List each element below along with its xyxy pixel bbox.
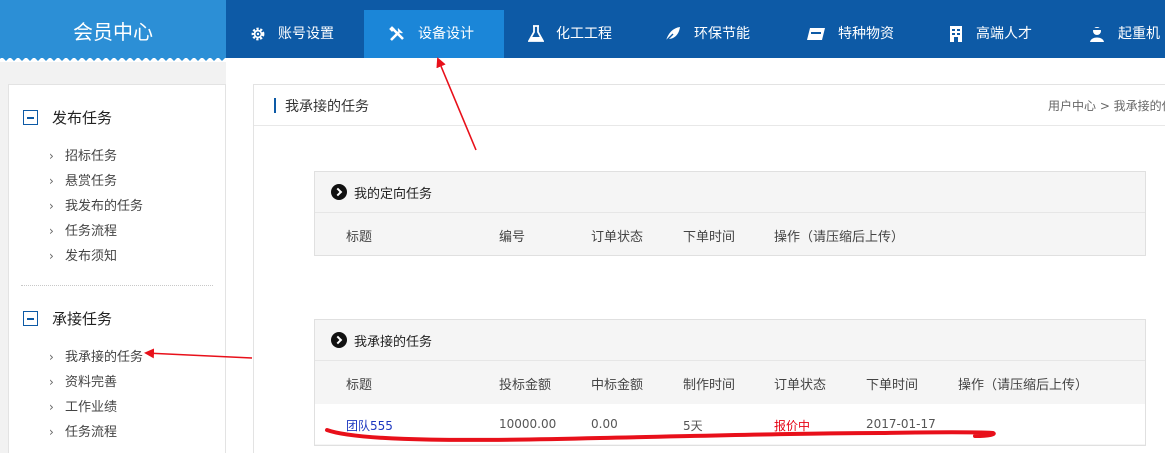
tab-special-materials[interactable]: 特种物资 (782, 10, 924, 58)
breadcrumb[interactable]: 用户中心 > 我承接的任 (1048, 97, 1165, 114)
sidebar-item-label: 工作业绩 (65, 400, 118, 415)
column-header: 标题 (346, 230, 373, 245)
production-time: 5天 (683, 419, 703, 433)
column-header: 订单状态 (591, 230, 644, 245)
column-header: 中标金额 (591, 378, 644, 393)
main-content: 我承接的任务 用户中心 > 我承接的任 我的定向任务 标题 编号 订单状态 下单… (253, 84, 1165, 453)
card-icon (807, 28, 825, 40)
collapse-icon[interactable] (23, 110, 38, 125)
chevron-right-icon: › (49, 350, 54, 364)
tab-chemical-engineering[interactable]: 化工工程 (504, 10, 640, 58)
person-icon (1090, 27, 1104, 42)
building-icon (950, 26, 962, 42)
tab-account-settings[interactable]: 账号设置 (226, 10, 364, 58)
chevron-right-icon: › (49, 174, 54, 188)
column-header: 标题 (346, 378, 373, 393)
top-nav-bar: 会员中心 账号设置 设备设计 化工工程 环保节能 特种物资 高端人才 起重机 (0, 0, 1165, 58)
tab-crane[interactable]: 起重机 (1064, 10, 1165, 58)
chevron-right-icon: › (49, 224, 54, 238)
main-header: 我承接的任务 用户中心 > 我承接的任 (254, 85, 1165, 126)
tab-label: 高端人才 (976, 26, 1032, 42)
flask-icon (528, 25, 544, 42)
tools-icon (389, 26, 404, 41)
sidebar-item-label: 悬赏任务 (65, 174, 118, 189)
tab-high-end-talent[interactable]: 高端人才 (924, 10, 1064, 58)
chevron-right-icon: › (49, 249, 54, 263)
column-header: 投标金额 (499, 378, 552, 393)
sidebar-item-label: 我承接的任务 (65, 350, 144, 365)
panel-title: 我承接的任务 (354, 334, 433, 350)
collapse-icon[interactable] (23, 311, 38, 326)
chevron-right-icon: › (49, 425, 54, 439)
sidebar-item-bidding-tasks[interactable]: › 招标任务 (49, 145, 117, 164)
sidebar-item-label: 招标任务 (65, 149, 118, 164)
sidebar-item-profile-completion[interactable]: › 资料完善 (49, 371, 117, 390)
sidebar-group-title: 发布任务 (52, 109, 113, 127)
leaf-icon (665, 27, 680, 42)
sidebar-item-work-performance[interactable]: › 工作业绩 (49, 396, 117, 415)
panel-header: 我承接的任务 (315, 320, 1145, 361)
win-amount: 0.00 (591, 417, 618, 431)
tab-label: 环保节能 (694, 26, 750, 42)
sidebar-group-publish[interactable]: 发布任务 (23, 107, 112, 128)
tab-label: 设备设计 (418, 26, 474, 42)
sidebar-item-label: 我发布的任务 (65, 199, 144, 214)
sidebar-item-label: 任务流程 (65, 224, 118, 239)
tab-label: 账号设置 (278, 26, 334, 42)
sidebar-item-my-published[interactable]: › 我发布的任务 (49, 195, 143, 214)
tab-environmental[interactable]: 环保节能 (640, 10, 782, 58)
title-accent-bar (274, 98, 276, 113)
tab-equipment-design[interactable]: 设备设计 (364, 10, 504, 58)
sidebar-item-my-accepted[interactable]: › 我承接的任务 (49, 346, 143, 365)
column-header: 操作（请压缩后上传） (958, 378, 1089, 393)
sidebar-divider (21, 285, 213, 286)
chevron-right-icon: › (49, 199, 54, 213)
sidebar-item-task-process-2[interactable]: › 任务流程 (49, 421, 117, 440)
bid-amount: 10000.00 (499, 417, 557, 431)
sidebar-item-reward-tasks[interactable]: › 悬赏任务 (49, 170, 117, 189)
column-header: 下单时间 (866, 378, 919, 393)
column-header: 下单时间 (683, 230, 736, 245)
sidebar-item-publish-notice[interactable]: › 发布须知 (49, 245, 117, 264)
sidebar-item-label: 发布须知 (65, 249, 118, 264)
sidebar: 发布任务 › 招标任务 › 悬赏任务 › 我发布的任务 › 任务流程 › 发布须知 承接任… (8, 84, 226, 453)
column-header: 制作时间 (683, 378, 736, 393)
sidebar-group-title: 承接任务 (52, 310, 113, 328)
gear-icon (251, 27, 265, 41)
sidebar-item-label: 资料完善 (65, 375, 118, 390)
chevron-right-icon: › (49, 149, 54, 163)
circle-arrow-icon (331, 184, 347, 200)
tab-label: 特种物资 (838, 26, 894, 42)
brand-zigzag-decoration (0, 54, 226, 61)
column-header: 操作（请压缩后上传） (774, 230, 905, 245)
column-header: 编号 (499, 230, 526, 245)
sidebar-group-accept[interactable]: 承接任务 (23, 308, 112, 329)
circle-arrow-icon (331, 332, 347, 348)
chevron-right-icon: › (49, 400, 54, 414)
column-header: 订单状态 (774, 378, 827, 393)
sidebar-item-label: 任务流程 (65, 425, 118, 440)
tab-label: 起重机 (1118, 26, 1160, 42)
panel-title: 我的定向任务 (354, 186, 433, 202)
task-title-link[interactable]: 团队555 (346, 417, 393, 434)
brand-title[interactable]: 会员中心 (0, 0, 226, 58)
directed-tasks-panel: 我的定向任务 标题 编号 订单状态 下单时间 操作（请压缩后上传） (314, 171, 1146, 256)
table-row: 团队555 10000.00 0.00 5天 报价中 2017-01-17 (315, 404, 1145, 444)
page-title: 我承接的任务 (285, 99, 369, 115)
order-status: 报价中 (774, 419, 811, 433)
sidebar-item-task-process[interactable]: › 任务流程 (49, 220, 117, 239)
chevron-right-icon: › (49, 375, 54, 389)
tab-label: 化工工程 (556, 26, 612, 42)
accepted-tasks-panel: 我承接的任务 标题 投标金额 中标金额 制作时间 订单状态 下单时间 操作（请压… (314, 319, 1146, 446)
panel-header: 我的定向任务 (315, 172, 1145, 213)
order-date: 2017-01-17 (866, 417, 936, 431)
